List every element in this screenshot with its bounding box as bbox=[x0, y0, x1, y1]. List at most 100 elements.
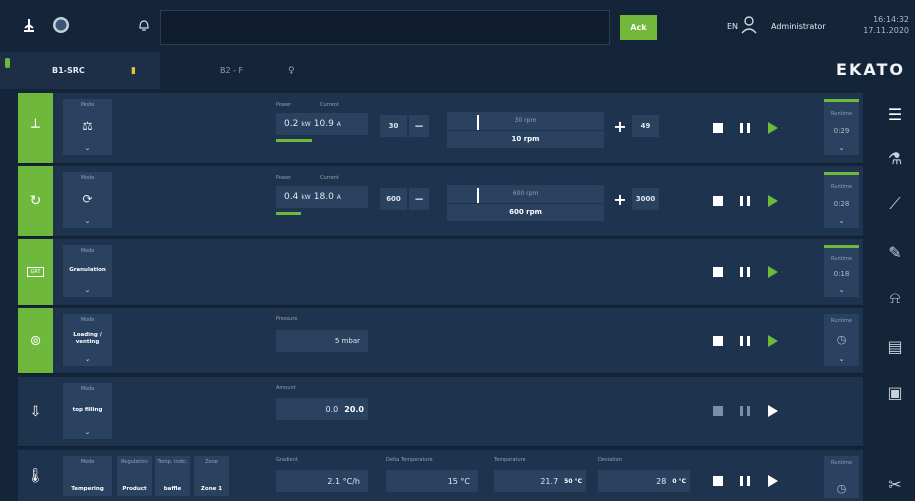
pause-button[interactable] bbox=[731, 328, 759, 353]
tab-b2-f[interactable]: B2 - F ♀ bbox=[160, 52, 340, 89]
stop-button[interactable] bbox=[704, 398, 732, 423]
pressure-gauge-icon[interactable]: ⊚ bbox=[18, 308, 53, 373]
mode-selector[interactable]: Mode ⚖ ⌄ bbox=[63, 99, 112, 155]
recipe-edit-icon[interactable]: ✎ bbox=[883, 240, 907, 264]
stop-button[interactable] bbox=[704, 259, 732, 284]
play-button[interactable] bbox=[759, 468, 787, 493]
deviation-setpoint[interactable]: 0 °C bbox=[672, 478, 686, 485]
runtime-panel[interactable]: Runtime ◷ ⌄ bbox=[824, 314, 859, 366]
tools-icon[interactable]: ✂ bbox=[883, 472, 907, 496]
alarm-bell-icon[interactable] bbox=[133, 14, 155, 36]
stop-button[interactable] bbox=[704, 115, 732, 140]
timer-icon: ◷ bbox=[836, 333, 847, 346]
speed-setpoint[interactable]: 600 rpm bbox=[447, 208, 604, 216]
agitator-logo-icon[interactable] bbox=[18, 14, 40, 36]
right-navigation: ☰ ⚗ ⟋ ✎ ⍾ ▤ ▣ ✂ bbox=[875, 90, 915, 501]
increase-button[interactable]: + bbox=[611, 188, 629, 210]
pause-button[interactable] bbox=[731, 259, 759, 284]
chevron-down-icon: ⌄ bbox=[838, 143, 845, 152]
power-current-display: 0.2 kW 10.9 A bbox=[276, 113, 368, 135]
decrease-button[interactable]: − bbox=[409, 188, 429, 210]
top-filling-icon[interactable]: ⇩ bbox=[18, 377, 53, 446]
play-button[interactable] bbox=[759, 398, 787, 423]
speed-slider[interactable]: 600 rpm 600 rpm bbox=[447, 185, 604, 221]
runtime-label: Runtime bbox=[831, 256, 852, 262]
amount-setpoint[interactable]: 20.0 bbox=[344, 405, 364, 414]
power-value: 0.2 bbox=[284, 119, 299, 129]
equipment-icon[interactable]: ⚗ bbox=[883, 146, 907, 170]
lamp-icon: ▮ bbox=[131, 65, 136, 76]
amount-display: 0.0 20.0 bbox=[276, 398, 368, 420]
temperature-label: Temperature bbox=[494, 457, 526, 463]
chevron-down-icon: ⌄ bbox=[84, 355, 91, 363]
stop-button[interactable] bbox=[704, 328, 732, 353]
max-value: 3000 bbox=[632, 188, 659, 210]
amount-actual: 0.0 bbox=[325, 404, 339, 414]
mode-value: top filling bbox=[72, 406, 103, 413]
alarm-message-field bbox=[160, 10, 610, 45]
temperature-display: 21.7 50 °C bbox=[494, 470, 586, 492]
mode-selector[interactable]: Mode top filling ⌄ bbox=[63, 383, 112, 439]
mode-selector[interactable]: Mode Tempering bbox=[63, 456, 112, 496]
agitator-icon[interactable]: ┴ bbox=[18, 93, 53, 163]
current-label: Current bbox=[320, 175, 339, 181]
pause-button[interactable] bbox=[731, 188, 759, 213]
trend-chart-icon[interactable]: ⟋ bbox=[883, 192, 907, 216]
runtime-label: Runtime bbox=[831, 111, 852, 118]
brand-logo: EKATO bbox=[836, 60, 905, 79]
temp-indic-selector[interactable]: Temp. indic. baffle bbox=[155, 456, 190, 496]
pause-button[interactable] bbox=[731, 115, 759, 140]
play-button[interactable] bbox=[759, 115, 787, 140]
topfilling-row: ⇩ Mode top filling ⌄ Amount 0.0 20.0 bbox=[18, 377, 863, 447]
user-icon[interactable] bbox=[741, 15, 757, 35]
automatic-mode-icon[interactable] bbox=[50, 14, 72, 36]
pump-icon[interactable]: ↻ bbox=[18, 166, 53, 236]
play-button[interactable] bbox=[759, 259, 787, 284]
user-name[interactable]: Administrator bbox=[771, 22, 826, 31]
regulation-label: Regulation bbox=[121, 459, 148, 465]
mode-selector[interactable]: Mode Loading / venting ⌄ bbox=[63, 314, 112, 366]
language-selector[interactable]: EN bbox=[727, 22, 738, 31]
pause-button[interactable] bbox=[731, 468, 759, 493]
calendar-icon[interactable]: ▤ bbox=[883, 334, 907, 358]
overview-icon[interactable]: ☰ bbox=[883, 102, 907, 126]
speed-setpoint[interactable]: 10 rpm bbox=[447, 135, 604, 143]
runtime-panel[interactable]: Runtime ◷ bbox=[824, 456, 859, 498]
chevron-down-icon: ⌄ bbox=[838, 216, 845, 225]
chevron-down-icon: ⌄ bbox=[84, 217, 91, 225]
temperature-setpoint[interactable]: 50 °C bbox=[564, 478, 582, 485]
zone-selector[interactable]: Zone Zone 1 bbox=[194, 456, 229, 496]
play-button[interactable] bbox=[759, 328, 787, 353]
tab-b1-src[interactable]: B1-SRC ▮ bbox=[0, 52, 160, 89]
runtime-panel[interactable]: Runtime 0:18 ⌄ bbox=[824, 245, 859, 297]
runtime-panel[interactable]: Runtime 0:29 ⌄ bbox=[824, 99, 859, 155]
stop-button[interactable] bbox=[704, 468, 732, 493]
power-unit: kW bbox=[301, 193, 311, 201]
increase-button[interactable]: + bbox=[611, 115, 629, 137]
current-label: Current bbox=[320, 102, 339, 108]
runtime-panel[interactable]: Runtime 0:28 ⌄ bbox=[824, 172, 859, 228]
speed-slider[interactable]: 30 rpm 10 rpm bbox=[447, 112, 604, 148]
alarm-icon[interactable]: ⍾ bbox=[883, 286, 907, 310]
pressure-label: Pressure bbox=[276, 316, 298, 322]
tempering-row: 🌡 Mode Tempering Regulation Product Temp… bbox=[18, 450, 863, 501]
pause-button[interactable] bbox=[731, 398, 759, 423]
runtime-label: Runtime bbox=[831, 318, 852, 324]
clock: 16:14:32 17.11.2020 bbox=[863, 14, 909, 36]
current-value: 10.9 bbox=[313, 119, 334, 129]
ack-button[interactable]: Ack bbox=[620, 15, 657, 40]
clock-date: 17.11.2020 bbox=[863, 26, 909, 35]
runtime-label: Runtime bbox=[831, 184, 852, 191]
mode-selector[interactable]: Mode Granulation ⌄ bbox=[63, 245, 112, 297]
regulation-selector[interactable]: Regulation Product bbox=[117, 456, 152, 496]
power-current-display: 0.4 kW 18.0 A bbox=[276, 186, 368, 208]
report-icon[interactable]: ▣ bbox=[883, 380, 907, 404]
stop-button[interactable] bbox=[704, 188, 732, 213]
mode-selector[interactable]: Mode ⟳ ⌄ bbox=[63, 172, 112, 228]
play-button[interactable] bbox=[759, 188, 787, 213]
thermometer-icon[interactable]: 🌡 bbox=[18, 450, 53, 501]
decrease-button[interactable]: − bbox=[409, 115, 429, 137]
mode-value: Granulation bbox=[69, 266, 106, 273]
runtime-value: 0:29 bbox=[833, 126, 850, 135]
granulation-icon[interactable]: GRT bbox=[18, 239, 53, 305]
